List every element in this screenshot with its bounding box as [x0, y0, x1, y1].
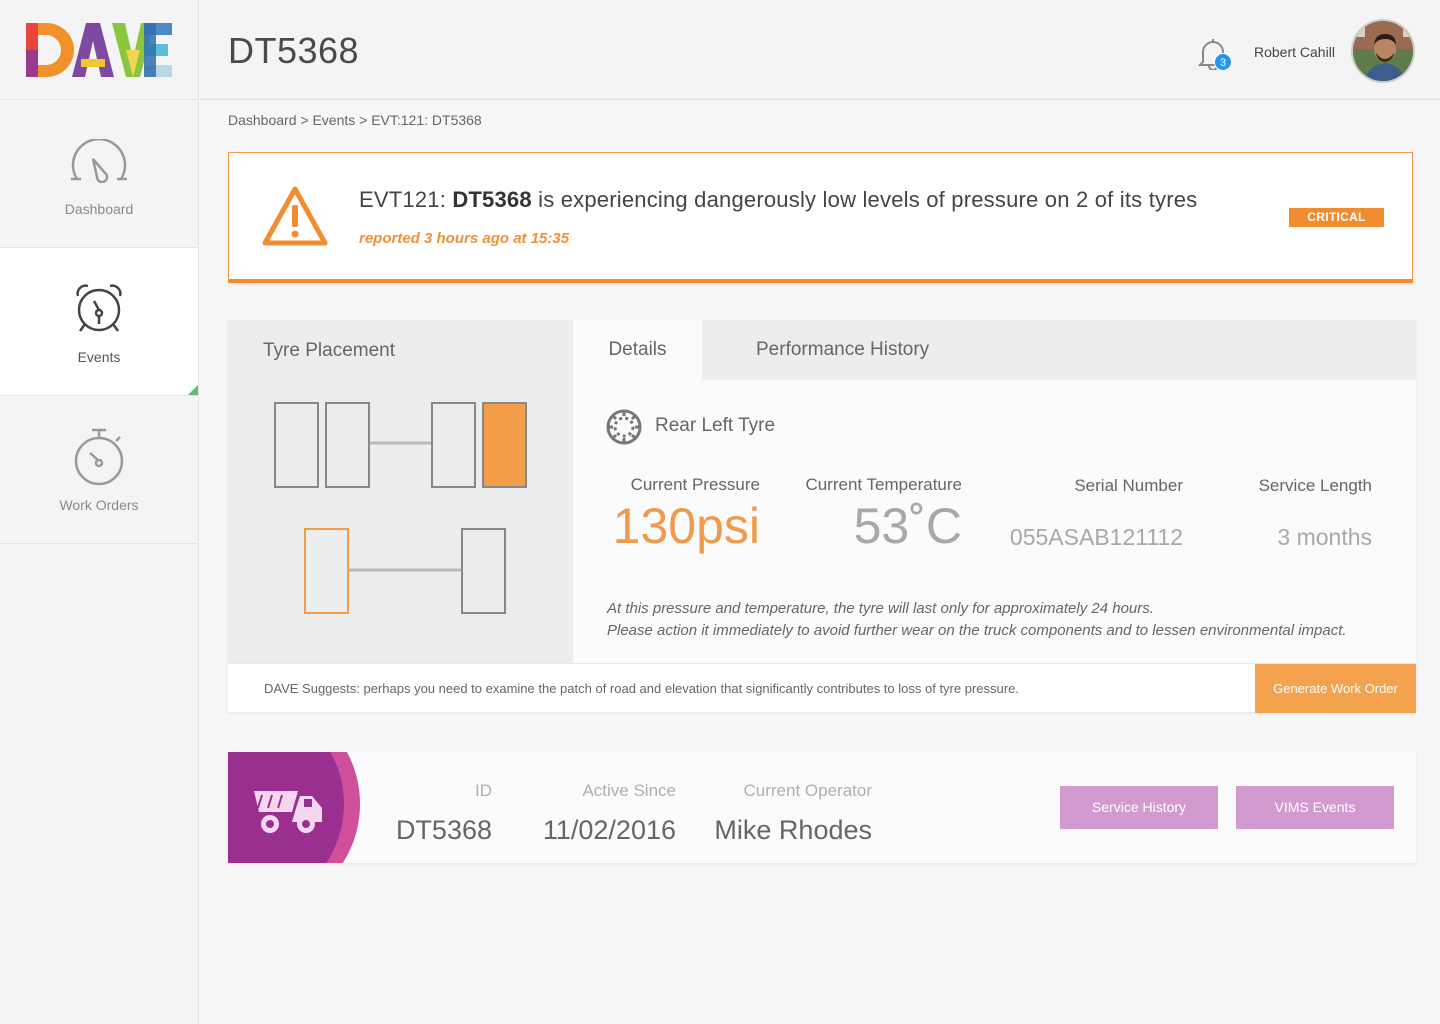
page-title: DT5368 — [228, 30, 360, 71]
top-header: DT5368 3 Robert Cahill — [200, 0, 1440, 100]
metric-label: Current Temperature — [805, 475, 962, 494]
stopwatch-icon — [72, 427, 126, 487]
sidebar-item-label: Dashboard — [64, 200, 134, 217]
metric-service-length: Service Length 3 months — [1259, 476, 1372, 551]
notification-count-badge: 3 — [1214, 53, 1232, 71]
operator-label: Current Operator — [743, 781, 873, 800]
tyre-rear-right-outer — [482, 402, 527, 488]
tyre-placement-section: Tyre Placement — [228, 320, 573, 663]
warning-triangle-icon — [261, 185, 329, 252]
alert-reported-time: reported 3 hours ago at 15:35 — [359, 230, 570, 247]
service-history-button[interactable]: Service History — [1060, 786, 1218, 829]
vehicle-badge — [228, 752, 363, 863]
metric-current-pressure: Current Pressure 130psi — [613, 475, 760, 555]
sidebar-item-events[interactable]: Events — [0, 248, 198, 396]
metric-current-temperature: Current Temperature 53˚C — [805, 475, 962, 555]
alarm-clock-icon — [72, 279, 126, 339]
sidebar-item-work-orders[interactable]: Work Orders — [0, 396, 198, 544]
tab-performance-history[interactable]: Performance History — [756, 320, 929, 380]
speedometer-icon — [67, 131, 131, 191]
event-id: EVT121: — [359, 187, 447, 212]
tyre-rear-left-inner — [325, 402, 370, 488]
tyre-rear-left-outer — [274, 402, 319, 488]
tyre-icon — [605, 408, 643, 451]
sidebar-item-label: Events — [77, 348, 121, 365]
operator-value[interactable]: Mike Rhodes — [714, 815, 872, 846]
tyre-front-left — [304, 528, 349, 614]
vehicle-id: ID DT5368 — [396, 781, 492, 846]
vims-events-button[interactable]: VIMS Events — [1236, 786, 1394, 829]
tab-details[interactable]: Details — [573, 320, 702, 380]
vehicle-active-since: Active Since 11/02/2016 — [543, 781, 676, 846]
sidebar: Dashboard Events Work Orders — [0, 0, 199, 1024]
tyre-details-panel: Tyre Placement Details Performance Histo… — [228, 320, 1416, 713]
tyre-warning-note: At this pressure and temperature, the ty… — [607, 598, 1347, 642]
metric-value: 53˚C — [853, 498, 962, 554]
details-tabs: Details Performance History — [573, 320, 1416, 380]
suggestion-text: DAVE Suggests: perhaps you need to exami… — [264, 681, 1019, 696]
vehicle-operator: Current Operator Mike Rhodes — [714, 781, 872, 846]
sidebar-item-label: Work Orders — [59, 496, 139, 513]
tyre-name: Rear Left Tyre — [655, 415, 776, 436]
metric-label: Serial Number — [1074, 476, 1183, 495]
note-line: At this pressure and temperature, the ty… — [607, 600, 1154, 617]
breadcrumb[interactable]: Dashboard > Events > EVT:121: DT5368 — [228, 112, 482, 128]
alert-vehicle-id[interactable]: DT5368 — [452, 187, 531, 212]
generate-work-order-button[interactable]: Generate Work Order — [1255, 664, 1416, 713]
sidebar-item-dashboard[interactable]: Dashboard — [0, 100, 198, 248]
metric-label: Current Pressure — [630, 475, 760, 494]
tyre-diagram — [274, 402, 527, 614]
notification-bell[interactable]: 3 — [1197, 36, 1232, 72]
metric-label: Service Length — [1258, 476, 1372, 495]
tyre-rear-right-inner — [431, 402, 476, 488]
event-alert-banner: EVT121: DT5368 is experiencing dangerous… — [228, 152, 1413, 283]
alert-message: EVT121: DT5368 is experiencing dangerous… — [359, 187, 1197, 213]
avatar[interactable] — [1351, 19, 1415, 83]
suggestion-bar: DAVE Suggests: perhaps you need to exami… — [228, 663, 1416, 713]
details-content: Rear Left Tyre Current Pressure 130psi C… — [573, 380, 1416, 663]
section-title: Tyre Placement — [263, 340, 395, 361]
metric-serial-number: Serial Number 055ASAB121112 — [1010, 476, 1183, 551]
severity-badge: CRITICAL — [1289, 208, 1384, 227]
vehicle-id-label: ID — [475, 781, 492, 800]
metric-value: 055ASAB121112 — [1009, 524, 1183, 550]
active-indicator — [188, 385, 198, 395]
tyre-front-right — [461, 528, 506, 614]
vehicle-id-value: DT5368 — [395, 815, 492, 845]
vehicle-card: ID DT5368 Active Since 11/02/2016 Curren… — [228, 752, 1416, 863]
metric-value: 3 months — [1277, 524, 1372, 550]
note-line: Please action it immediately to avoid fu… — [607, 622, 1347, 639]
metric-value: 130psi — [612, 498, 760, 554]
alert-text: is experiencing dangerously low levels o… — [538, 187, 1198, 212]
user-name[interactable]: Robert Cahill — [1254, 44, 1335, 60]
active-since-value: 11/02/2016 — [542, 815, 676, 845]
active-since-label: Active Since — [582, 781, 676, 800]
dave-logo[interactable] — [0, 0, 198, 100]
